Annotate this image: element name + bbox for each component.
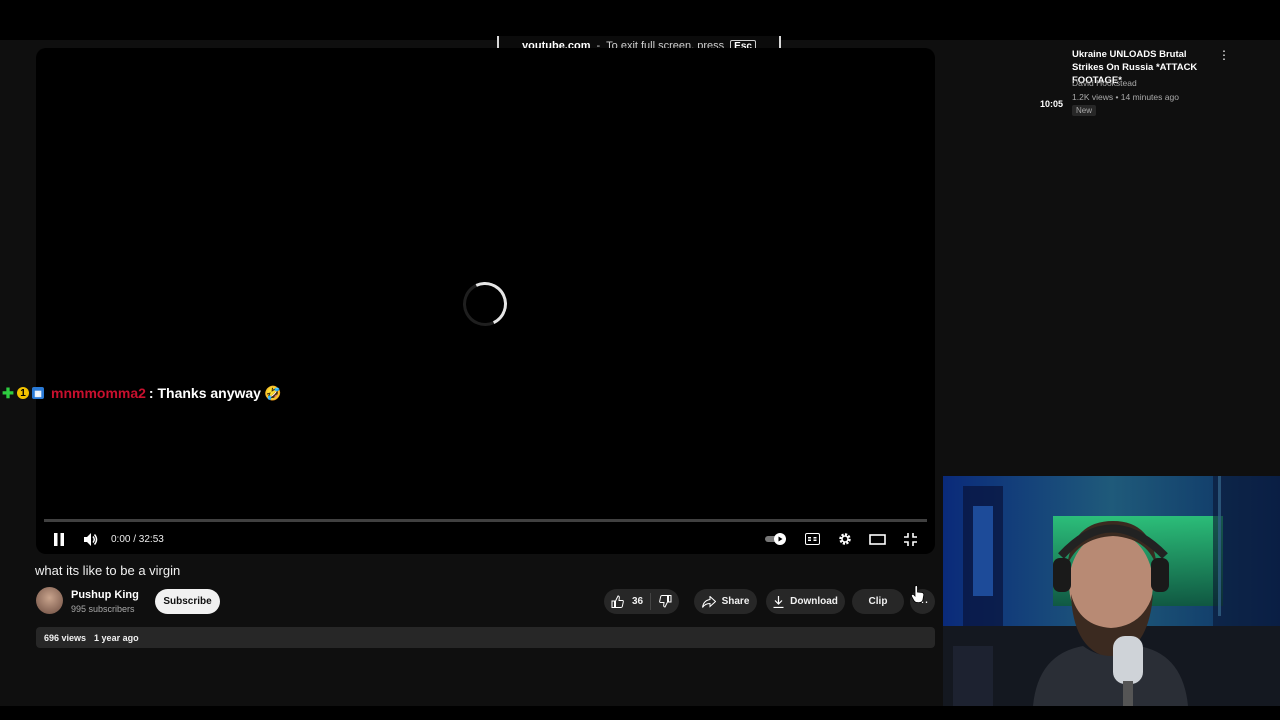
mouse-cursor-icon <box>911 585 925 603</box>
theater-icon <box>868 533 886 545</box>
download-label: Download <box>790 596 838 607</box>
autoplay-icon <box>765 533 786 545</box>
subscribe-button[interactable]: Subscribe <box>155 589 220 614</box>
gear-icon <box>839 533 851 545</box>
video-title: what its like to be a virgin <box>35 563 181 578</box>
recommended-duration: 10:05 <box>1040 99 1064 109</box>
volume-button[interactable] <box>82 524 100 554</box>
pause-icon <box>54 532 64 546</box>
pause-button[interactable] <box>50 524 68 554</box>
webcam-overlay <box>943 476 1280 706</box>
thumbs-down-icon <box>658 595 671 608</box>
player-controls: 0:00 / 32:53 <box>36 524 935 554</box>
like-button[interactable]: 36 <box>604 593 651 610</box>
clip-button[interactable]: Clip <box>852 589 904 614</box>
channel-avatar[interactable] <box>36 587 63 614</box>
download-icon <box>773 595 784 608</box>
top-bar <box>0 0 1280 40</box>
number-badge-icon: 1 <box>17 387 29 399</box>
like-count: 36 <box>631 596 644 607</box>
recommended-channel[interactable]: David Hookstead <box>1072 78 1137 88</box>
recommended-meta: 1.2K views • 14 minutes ago <box>1072 92 1179 102</box>
time-display: 0:00 / 32:53 <box>111 533 164 545</box>
channel-name[interactable]: Pushup King <box>71 589 139 601</box>
bottom-bar <box>0 706 1280 720</box>
webcam-person-image <box>943 476 1280 706</box>
video-player[interactable]: 0:00 / 32:53 <box>36 48 935 554</box>
captions-button[interactable] <box>804 524 820 554</box>
chat-text: : Thanks anyway <box>148 385 261 401</box>
progress-bar[interactable] <box>44 519 927 522</box>
theater-mode-button[interactable] <box>868 524 886 554</box>
fullscreen-button[interactable] <box>902 524 918 554</box>
view-count: 696 views <box>44 632 87 643</box>
sub-badge-icon: ▦ <box>32 387 44 399</box>
loading-spinner-icon <box>456 275 514 333</box>
description-box[interactable]: 696 views 1 year ago <box>36 627 935 648</box>
new-badge: New <box>1072 105 1097 116</box>
upload-age: 1 year ago <box>94 632 139 643</box>
like-dislike-group: 36 <box>604 589 679 614</box>
stream-chat-message: ✚ 1 ▦ mnmmomma2 : Thanks anyway 🤣 <box>2 384 281 402</box>
subscriber-count: 995 subscribers <box>71 604 135 614</box>
chat-username: mnmmomma2 <box>51 385 146 401</box>
autoplay-toggle[interactable] <box>765 524 789 554</box>
clip-label: Clip <box>868 596 888 607</box>
dislike-button[interactable] <box>651 595 679 608</box>
settings-button[interactable] <box>837 524 853 554</box>
thumbs-up-icon <box>611 595 624 608</box>
more-vertical-icon: ⋮ <box>1218 48 1230 62</box>
captions-icon <box>804 533 820 545</box>
recommended-menu-button[interactable]: ⋮ <box>1218 48 1230 62</box>
exit-fullscreen-icon <box>903 532 917 546</box>
share-icon <box>701 595 716 608</box>
share-label: Share <box>721 596 750 607</box>
plus-badge-icon: ✚ <box>2 384 14 401</box>
laughing-emoji-icon: 🤣 <box>263 384 282 401</box>
download-button[interactable]: Download <box>766 589 845 614</box>
share-button[interactable]: Share <box>694 589 757 614</box>
volume-icon <box>83 532 97 546</box>
